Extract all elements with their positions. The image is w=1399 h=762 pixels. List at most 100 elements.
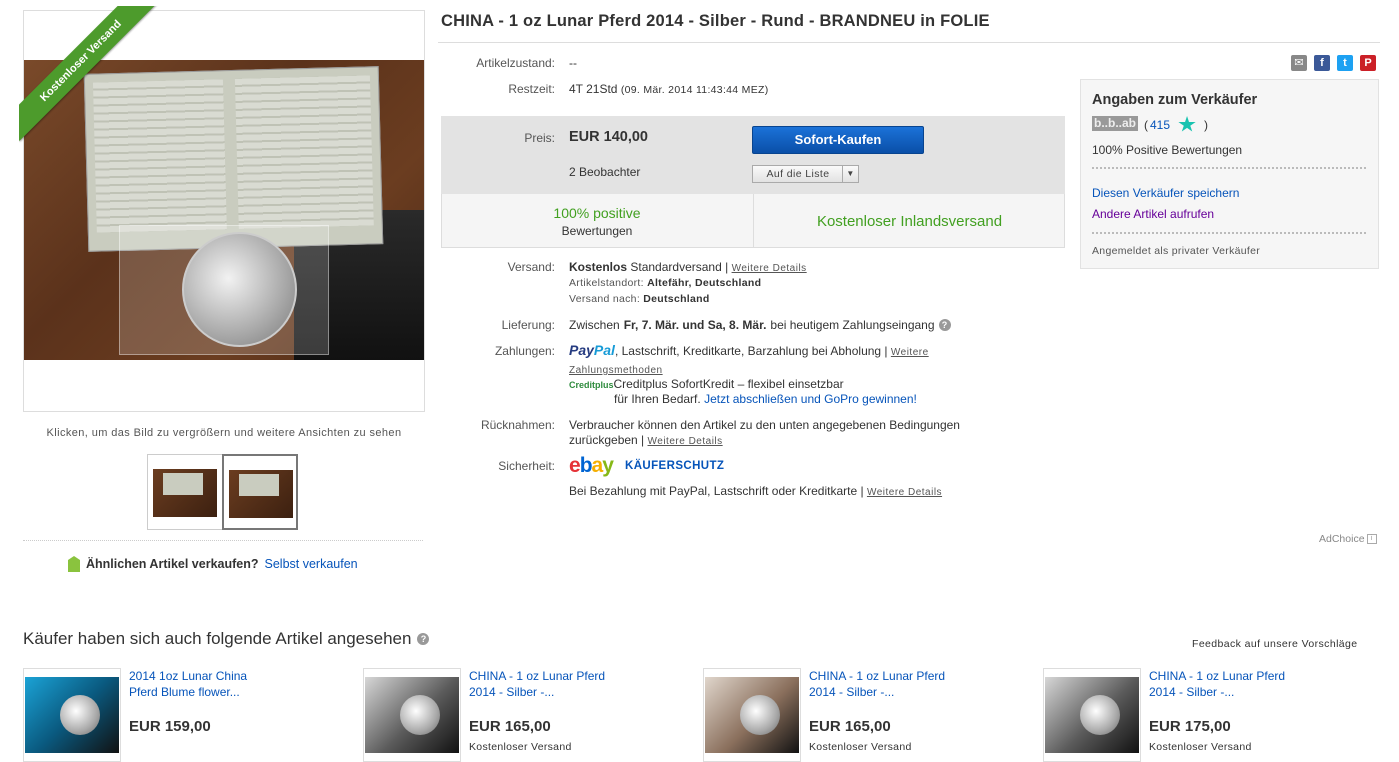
creditplus-offer: CreditplusCreditplus SofortKredit – flex…	[569, 376, 844, 393]
item-location-value: Altefähr, Deutschland	[647, 277, 762, 289]
seller-score: ( 415 )	[1144, 116, 1208, 133]
condition-label: Artikelzustand:	[476, 56, 555, 70]
free-domestic-shipping: Kostenloser Inlandsversand	[816, 213, 1003, 230]
thumbnail-2[interactable]	[222, 454, 298, 530]
divider	[1092, 167, 1366, 169]
recommended-item-title[interactable]: CHINA - 1 oz Lunar Pferd 2014 - Silber -…	[809, 668, 949, 700]
chevron-down-icon[interactable]: ▼	[842, 166, 858, 182]
ebay-logo: ebay	[569, 454, 614, 477]
security-text-row: Bei Bezahlung mit PayPal, Lastschrift od…	[569, 484, 942, 498]
recommended-item-image[interactable]	[703, 668, 801, 762]
ships-to: Versand nach: Deutschland	[569, 293, 710, 305]
recommended-item-title[interactable]: 2014 1oz Lunar China Pferd Blume flower.…	[129, 668, 269, 700]
returns-value: Verbraucher können den Artikel zu den un…	[569, 418, 1009, 449]
recommended-item-image[interactable]	[1043, 668, 1141, 762]
adchoice-icon[interactable]: i	[1366, 534, 1377, 544]
sell-yourself-link[interactable]: Selbst verkaufen	[265, 557, 358, 571]
seller-positive-rating: 100% Positive Bewertungen	[1092, 143, 1243, 157]
email-icon[interactable]: ✉	[1291, 55, 1307, 71]
shipping-label: Versand:	[507, 260, 555, 274]
paypal-logo: PayPal	[569, 342, 615, 358]
creditplus-logo: Creditplus	[569, 380, 614, 390]
adchoice[interactable]: AdChoice i	[1319, 533, 1377, 545]
divider	[1092, 232, 1366, 234]
recommended-item[interactable]: CHINA - 1 oz Lunar Pferd 2014 - Silber -…	[703, 668, 1003, 762]
recommended-item-shipping: Kostenloser Versand	[809, 741, 912, 753]
payment-methods: PayPal, Lastschrift, Kreditkarte, Barzah…	[569, 342, 999, 379]
add-to-watchlist-button[interactable]: Auf die Liste ▼	[752, 165, 859, 183]
help-icon[interactable]: ?	[417, 633, 430, 645]
score-close: )	[1204, 117, 1209, 132]
ribbon-label: Kostenloser Versand	[19, 6, 159, 141]
ships-to-label: Versand nach:	[569, 293, 641, 305]
recommendations-feedback-link[interactable]: Feedback auf unsere Vorschläge	[1192, 638, 1358, 650]
credit-line1: Creditplus SofortKredit – flexibel einse…	[613, 377, 844, 391]
credit-line2-row: für Ihren Bedarf. Jetzt abschließen und …	[614, 392, 917, 406]
private-seller-note: Angemeldet als privater Verkäufer	[1092, 245, 1261, 257]
seller-feedback-score-link[interactable]: 415	[1150, 118, 1170, 132]
recommended-item-price: EUR 165,00	[809, 718, 891, 735]
seller-heading: Angaben zum Verkäufer	[1092, 92, 1258, 108]
shipping-method: Standardversand |	[630, 260, 729, 274]
security-label: Sicherheit:	[498, 459, 555, 473]
ships-to-value: Deutschland	[643, 293, 710, 305]
recommended-item-image[interactable]	[23, 668, 121, 762]
star-icon	[1178, 116, 1196, 132]
shipping-cost: Kostenlos	[569, 260, 628, 274]
recommendations-title: Käufer haben sich auch folgende Artikel …	[23, 629, 412, 648]
recommended-item-title[interactable]: CHINA - 1 oz Lunar Pferd 2014 - Silber -…	[1149, 668, 1289, 700]
returns-label: Rücknahmen:	[480, 418, 555, 432]
price-value: EUR 140,00	[569, 129, 648, 145]
payments-label: Zahlungen:	[494, 344, 555, 358]
enlarge-hint: Klicken, um das Bild zu vergrößern und w…	[46, 427, 402, 439]
sell-similar: Ähnlichen Artikel verkaufen? Selbst verk…	[68, 556, 358, 572]
watchlist-label: Auf die Liste	[766, 168, 830, 180]
condition-value: --	[569, 56, 577, 70]
pinterest-icon[interactable]: P	[1360, 55, 1376, 71]
payment-methods-text: , Lastschrift, Kreditkarte, Barzahlung b…	[614, 344, 888, 358]
delivery-prefix: Zwischen	[569, 318, 620, 332]
recommended-item[interactable]: CHINA - 1 oz Lunar Pferd 2014 - Silber -…	[363, 668, 663, 762]
positive-feedback-sub: Bewertungen	[561, 224, 633, 238]
item-title: CHINA - 1 oz Lunar Pferd 2014 - Silber -…	[441, 12, 990, 30]
divider	[23, 540, 423, 541]
shipping-details-link[interactable]: Weitere Details	[732, 263, 807, 274]
thumbnail-1[interactable]	[147, 454, 223, 530]
recommendations-heading: Käufer haben sich auch folgende Artikel …	[23, 629, 430, 649]
recommended-item-shipping: Kostenloser Versand	[1149, 741, 1252, 753]
recommended-item-price: EUR 159,00	[129, 718, 211, 735]
recommended-item[interactable]: 2014 1oz Lunar China Pferd Blume flower.…	[23, 668, 323, 762]
save-seller-link[interactable]: Diesen Verkäufer speichern	[1092, 186, 1239, 200]
seller-name[interactable]: b..b..ab	[1092, 116, 1138, 131]
recommended-item-title[interactable]: CHINA - 1 oz Lunar Pferd 2014 - Silber -…	[469, 668, 609, 700]
recommended-item-shipping: Kostenloser Versand	[469, 741, 572, 753]
delivery-value: Zwischen Fr, 7. Mär. und Sa, 8. Mär. bei…	[569, 318, 951, 332]
recommended-item-image[interactable]	[363, 668, 461, 762]
delivery-label: Lieferung:	[501, 318, 555, 332]
security-text: Bei Bezahlung mit PayPal, Lastschrift od…	[569, 484, 864, 498]
credit-line2: für Ihren Bedarf.	[614, 392, 701, 406]
item-location: Artikelstandort: Altefähr, Deutschland	[569, 277, 761, 289]
time-left-value: 4T 21Std (09. Mär. 2014 11:43:44 MEZ)	[569, 82, 769, 96]
adchoice-label[interactable]: AdChoice	[1319, 533, 1365, 545]
help-icon[interactable]: ?	[938, 319, 951, 331]
security-details-link[interactable]: Weitere Details	[867, 487, 942, 498]
title-divider	[438, 42, 1380, 43]
creditplus-link[interactable]: Jetzt abschließen und GoPro gewinnen!	[704, 392, 917, 406]
shipping-value: Kostenlos Standardversand | Weitere Deta…	[569, 260, 807, 274]
facebook-icon[interactable]: f	[1314, 55, 1330, 71]
returns-line2: zurückgeben |	[569, 433, 645, 447]
item-location-label: Artikelstandort:	[569, 277, 644, 289]
returns-details-link[interactable]: Weitere Details	[648, 436, 723, 447]
sell-similar-label: Ähnlichen Artikel verkaufen?	[86, 557, 259, 571]
recommended-item[interactable]: CHINA - 1 oz Lunar Pferd 2014 - Silber -…	[1043, 668, 1343, 762]
twitter-icon[interactable]: t	[1337, 55, 1353, 71]
buy-now-button[interactable]: Sofort-Kaufen	[752, 126, 924, 154]
watchers-count: 2 Beobachter	[569, 165, 641, 179]
delivery-range: Fr, 7. Mär. und Sa, 8. Mär.	[623, 318, 767, 332]
price-tag-icon	[68, 556, 80, 572]
free-shipping-ribbon: Kostenloser Versand	[19, 6, 159, 146]
delivery-suffix: bei heutigem Zahlungseingang	[770, 318, 935, 332]
positive-feedback-title: 100% positive	[553, 205, 641, 221]
other-items-link[interactable]: Andere Artikel aufrufen	[1092, 207, 1214, 221]
